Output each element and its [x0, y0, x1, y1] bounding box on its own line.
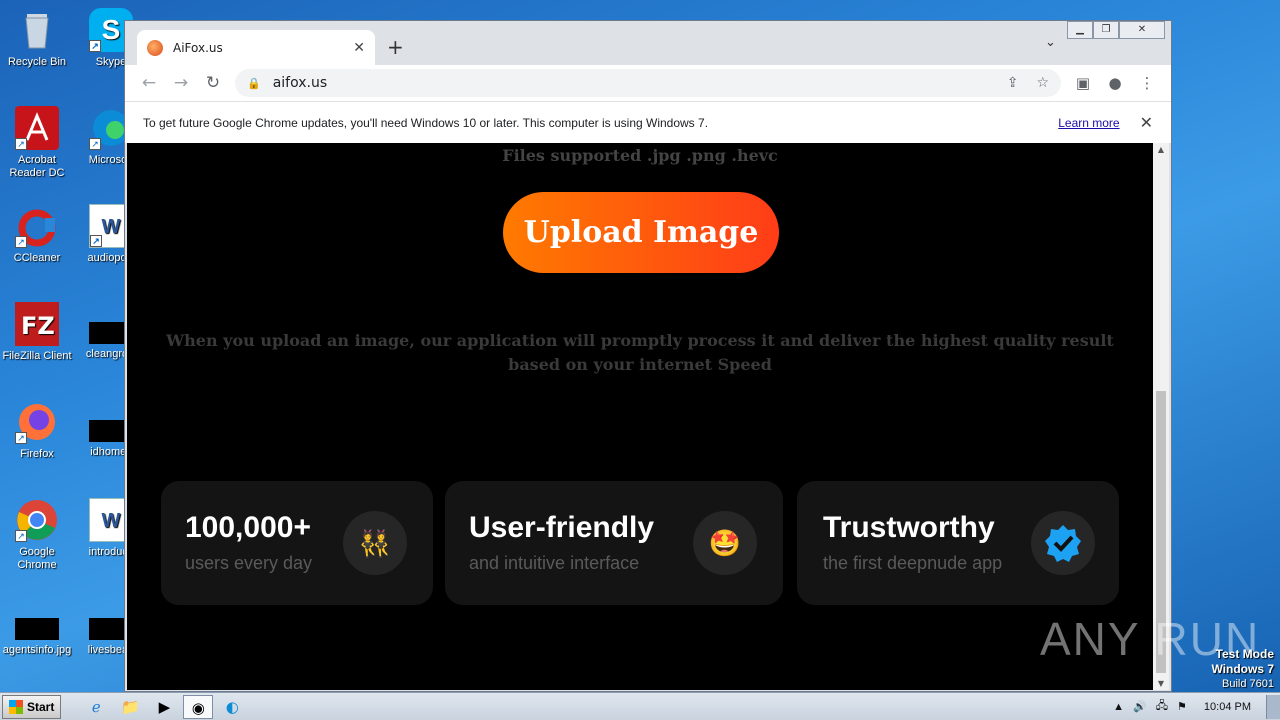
- scroll-up-arrow-icon[interactable]: ▲: [1153, 145, 1169, 154]
- clock[interactable]: 10:04 PM: [1204, 701, 1251, 713]
- tray-expand-icon[interactable]: ▲: [1113, 701, 1124, 713]
- start-label: Start: [27, 699, 55, 714]
- infobar-message: To get future Google Chrome updates, you…: [143, 115, 709, 130]
- star-struck-emoji-icon: 🤩: [693, 511, 757, 575]
- card-title: User-friendly: [469, 511, 655, 544]
- desktop-icon-label: CCleaner: [13, 252, 61, 264]
- browser-tab[interactable]: AiFox.us ✕: [137, 30, 375, 65]
- desktop-icon-label: FileZilla Client: [2, 350, 72, 362]
- desktop-icon-agentsinfo[interactable]: agentsinfo.jpg: [0, 618, 74, 657]
- address-bar[interactable]: 🔒 aifox.us ⇪ ☆: [235, 69, 1061, 97]
- page-scrollbar[interactable]: ▲ ▼: [1153, 143, 1169, 690]
- taskbar-explorer-icon[interactable]: 📁: [115, 695, 145, 719]
- site-favicon-icon: [147, 39, 163, 56]
- update-infobar: To get future Google Chrome updates, you…: [125, 101, 1171, 143]
- desktop-icon-recycle-bin[interactable]: Recycle Bin: [0, 8, 74, 69]
- shortcut-arrow-icon: ↗: [90, 235, 102, 247]
- show-desktop-button[interactable]: [1266, 694, 1280, 719]
- back-arrow-icon[interactable]: ←: [133, 73, 165, 93]
- network-icon[interactable]: 🖧: [1156, 697, 1168, 716]
- maximize-button[interactable]: ❐: [1093, 21, 1119, 39]
- system-tray: ▲ 🔊 🖧 ⚑ 10:04 PM: [1113, 694, 1280, 719]
- kebab-menu-icon[interactable]: ⋮: [1131, 74, 1163, 92]
- tab-search-chevron-icon[interactable]: ⌄: [1045, 35, 1056, 50]
- desktop-icon-chrome[interactable]: ↗ Google Chrome: [0, 498, 74, 572]
- tab-title: AiFox.us: [173, 40, 223, 55]
- taskbar-edge-icon[interactable]: ◐: [217, 695, 247, 719]
- shortcut-arrow-icon: ↗: [15, 432, 27, 444]
- reload-icon[interactable]: ↻: [197, 73, 229, 93]
- desktop-icon-label: agentsinfo.jpg: [2, 644, 72, 656]
- card-subtitle: the first deepnude app: [823, 553, 1003, 573]
- minimize-button[interactable]: ▁: [1067, 21, 1093, 39]
- svg-text:FZ: FZ: [21, 312, 55, 340]
- build-label: Build 7601: [1222, 678, 1274, 690]
- desktop-icon-label: Google Chrome: [17, 546, 57, 571]
- card-title: Trustworthy: [823, 511, 995, 544]
- shortcut-arrow-icon: ↗: [89, 138, 101, 150]
- filezilla-icon: FZ: [15, 302, 59, 346]
- stat-card-users: 100,000+ users every day 👯: [161, 481, 433, 605]
- tab-close-icon[interactable]: ✕: [353, 40, 365, 56]
- desktop-icon-filezilla[interactable]: FZ FileZilla Client: [0, 302, 74, 363]
- close-window-button[interactable]: ✕: [1119, 21, 1165, 39]
- card-title: 100,000+: [185, 511, 311, 544]
- new-tab-button[interactable]: +: [387, 35, 404, 59]
- share-icon[interactable]: ⇪: [1007, 75, 1019, 91]
- taskbar: Start ℯ 📁 ▶ ◉ ◐ ▲ 🔊 🖧 ⚑ 10:04 PM: [0, 692, 1280, 720]
- profile-avatar-icon[interactable]: ●: [1099, 74, 1131, 92]
- window-controls: ▁ ❐ ✕: [1067, 21, 1165, 39]
- shortcut-arrow-icon: ↗: [15, 138, 27, 150]
- acrobat-icon: ↗: [15, 106, 59, 150]
- shortcut-arrow-icon: ↗: [15, 530, 27, 542]
- files-supported-text: Files supported .jpg .png .hevc: [502, 146, 778, 165]
- start-button[interactable]: Start: [2, 694, 62, 719]
- desktop-icon-firefox[interactable]: ↗ Firefox: [0, 400, 74, 461]
- lock-icon[interactable]: 🔒: [247, 77, 261, 90]
- test-mode-notice: Test Mode Windows 7 Build 7601: [1211, 647, 1274, 692]
- stat-card-user-friendly: User-friendly and intuitive interface 🤩: [445, 481, 783, 605]
- learn-more-link[interactable]: Learn more: [1058, 116, 1119, 130]
- title-bar: AiFox.us ✕ + ⌄ ▁ ❐ ✕: [125, 21, 1171, 65]
- card-subtitle: and intuitive interface: [469, 553, 640, 573]
- desktop-icon-acrobat[interactable]: ↗ Acrobat Reader DC: [0, 106, 74, 180]
- chrome-icon: ↗: [15, 498, 59, 542]
- card-subtitle: users every day: [185, 553, 313, 573]
- forward-arrow-icon[interactable]: →: [165, 73, 197, 93]
- action-center-flag-icon[interactable]: ⚑: [1177, 700, 1187, 713]
- test-mode-label: Test Mode: [1215, 647, 1274, 661]
- recycle-bin-icon: [15, 8, 59, 52]
- desktop-icon-label: Recycle Bin: [7, 56, 67, 68]
- desktop-icon-label: Acrobat Reader DC: [9, 154, 65, 179]
- browser-toolbar: ← → ↻ 🔒 aifox.us ⇪ ☆ ▣ ● ⋮: [125, 65, 1171, 101]
- image-file-thumbnail: [15, 618, 59, 640]
- volume-icon[interactable]: 🔊: [1133, 700, 1147, 713]
- page-viewport: Files supported .jpg .png .hevc Upload I…: [127, 143, 1153, 690]
- upload-description: When you upload an image, our applicatio…: [166, 331, 1114, 374]
- scroll-down-arrow-icon[interactable]: ▼: [1153, 679, 1169, 688]
- desktop-icon-ccleaner[interactable]: ↗ CCleaner: [0, 204, 74, 265]
- side-panel-icon[interactable]: ▣: [1067, 74, 1099, 92]
- url-text[interactable]: aifox.us: [273, 75, 989, 91]
- upload-image-button[interactable]: Upload Image: [503, 192, 779, 273]
- bookmark-star-icon[interactable]: ☆: [1036, 75, 1049, 91]
- taskbar-chrome-icon[interactable]: ◉: [183, 694, 214, 719]
- windows-logo-icon: [9, 699, 23, 714]
- infobar-close-icon[interactable]: ✕: [1140, 113, 1153, 133]
- stat-card-trustworthy: Trustworthy the first deepnude app: [797, 481, 1119, 605]
- verified-badge-icon: [1031, 511, 1095, 575]
- taskbar-ie-icon[interactable]: ℯ: [81, 695, 111, 719]
- browser-window: AiFox.us ✕ + ⌄ ▁ ❐ ✕ ← → ↻ 🔒 aifox.us ⇪ …: [124, 20, 1172, 692]
- taskbar-media-player-icon[interactable]: ▶: [149, 695, 179, 719]
- ccleaner-icon: ↗: [15, 204, 59, 248]
- os-name-label: Windows 7: [1211, 662, 1274, 676]
- desktop-icon-label: Firefox: [20, 448, 54, 460]
- firefox-icon: ↗: [15, 400, 59, 444]
- shortcut-arrow-icon: ↗: [15, 236, 27, 248]
- people-emoji-icon: 👯: [343, 511, 407, 575]
- shortcut-arrow-icon: ↗: [89, 40, 101, 52]
